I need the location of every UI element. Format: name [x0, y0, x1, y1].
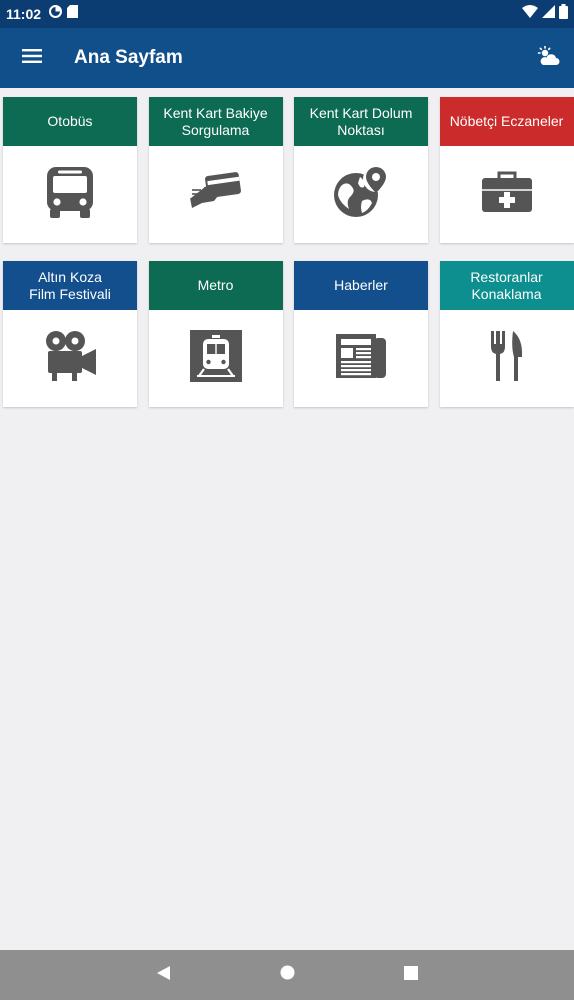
tile-label: Haberler — [334, 277, 388, 293]
tile-header: Restoranlar Konaklama — [439, 261, 574, 310]
train-icon — [189, 330, 242, 387]
battery-icon — [559, 4, 568, 24]
tile-label: Restoranlar Konaklama — [470, 268, 543, 302]
tile-header: Metro — [148, 261, 283, 310]
tile-haberler[interactable]: Haberler — [294, 261, 428, 407]
tile-header: Kent Kart Dolum Noktası — [294, 97, 428, 146]
card-payment-icon — [188, 170, 244, 219]
tile-label: Altın Koza Film Festivali — [29, 268, 111, 302]
tile-kent-kart-bakiye[interactable]: Kent Kart Bakiye Sorgulama — [148, 97, 283, 243]
tile-kent-kart-dolum[interactable]: Kent Kart Dolum Noktası — [294, 97, 428, 243]
weather-icon — [536, 45, 560, 71]
page-title: Ana Sayfam — [74, 47, 183, 68]
home-button[interactable] — [256, 950, 318, 1000]
recents-button[interactable] — [380, 950, 442, 1000]
cutlery-icon — [489, 329, 525, 388]
tile-header: Kent Kart Bakiye Sorgulama — [148, 97, 283, 146]
status-time: 11:02 — [6, 6, 42, 22]
tile-altin-koza[interactable]: Altın Koza Film Festivali — [3, 261, 137, 407]
tile-header: Haberler — [294, 261, 428, 310]
menu-icon — [22, 48, 42, 69]
recents-icon — [404, 965, 418, 985]
globe-pin-icon — [332, 163, 390, 226]
back-icon — [155, 965, 171, 986]
tile-metro[interactable]: Metro — [148, 261, 283, 407]
wifi-icon — [522, 5, 538, 23]
bus-icon — [44, 165, 96, 224]
app-bar: Ana Sayfam — [0, 28, 574, 88]
signal-icon — [542, 5, 555, 23]
tile-header: Nöbetçi Eczaneler — [439, 97, 574, 146]
tile-label: Metro — [197, 277, 234, 293]
back-button[interactable] — [132, 950, 194, 1000]
home-icon — [280, 965, 295, 985]
tile-header: Otobüs — [3, 97, 137, 146]
tile-label: Nöbetçi Eczaneler — [449, 113, 564, 129]
tile-otobus[interactable]: Otobüs — [3, 97, 137, 243]
status-bar: 11:02 — [0, 0, 574, 28]
menu-button[interactable] — [0, 28, 64, 88]
tile-nobetci-eczaneler[interactable]: Nöbetçi Eczaneler — [439, 97, 574, 243]
tile-label: Kent Kart Bakiye Sorgulama — [163, 104, 268, 138]
tile-header: Altın Koza Film Festivali — [3, 261, 137, 310]
sd-card-icon — [67, 5, 79, 23]
newspaper-icon — [334, 332, 388, 385]
film-camera-icon — [42, 329, 98, 388]
data-saver-icon — [49, 5, 63, 23]
tile-label: Kent Kart Dolum Noktası — [309, 104, 413, 138]
tile-restoranlar[interactable]: Restoranlar Konaklama — [439, 261, 574, 407]
weather-button[interactable] — [522, 28, 574, 88]
navigation-bar — [0, 950, 574, 1000]
tile-label: Otobüs — [47, 113, 93, 129]
first-aid-kit-icon — [480, 170, 534, 219]
